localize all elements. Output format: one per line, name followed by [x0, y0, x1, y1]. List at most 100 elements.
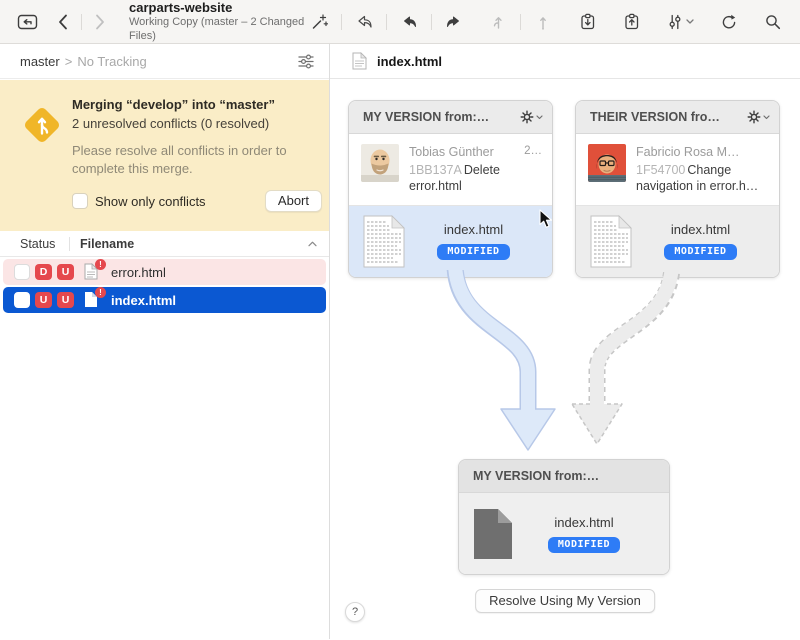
- avatar: [588, 144, 626, 182]
- document-lines-icon: [590, 214, 632, 267]
- stash-apply-icon: [624, 13, 638, 30]
- branch-status-bar: master > No Tracking: [0, 44, 329, 79]
- window-title-block: carparts-website Working Copy (master – …: [129, 0, 306, 43]
- column-header-filename[interactable]: Filename: [80, 237, 134, 251]
- gear-icon: [747, 110, 761, 124]
- merge-left-button[interactable]: [396, 9, 422, 35]
- my-version-file-tile[interactable]: index.html MODIFIED: [349, 205, 552, 277]
- their-version-commit[interactable]: Fabricio Rosa M… 1F54700 Change navigatio…: [576, 134, 779, 206]
- pull-button[interactable]: [485, 9, 511, 35]
- gear-icon: [520, 110, 534, 124]
- status-badge: U: [57, 264, 74, 280]
- file-row-index-html[interactable]: U U ! index.html: [3, 287, 326, 313]
- current-branch-label: master: [20, 53, 60, 69]
- merge-banner-description: Please resolve all conflicts in order to…: [72, 143, 287, 176]
- pull-branch-icon: [493, 16, 502, 29]
- sort-chevron-icon[interactable]: [308, 241, 317, 247]
- stage-checkbox[interactable]: [14, 264, 30, 280]
- abort-merge-button[interactable]: Abort: [264, 190, 322, 213]
- their-version-file-tile[interactable]: index.html MODIFIED: [576, 205, 779, 277]
- their-version-card: THEIR VERSION fro… Fabricio Rosa M… 1F54…: [575, 100, 780, 278]
- status-badge: U: [57, 292, 74, 308]
- sidebar-filter-button[interactable]: [297, 53, 315, 70]
- my-version-commit[interactable]: Tobias Günther 2… 1BB137A Delete error.ht…: [349, 134, 552, 206]
- column-header-status[interactable]: Status: [20, 237, 69, 251]
- show-only-conflicts-checkbox[interactable]: [72, 193, 88, 210]
- merge-banner-conflict-count: 2 unresolved conflicts (0 resolved): [72, 116, 270, 131]
- refresh-button[interactable]: [716, 9, 742, 35]
- search-icon: [766, 14, 781, 29]
- sidebar: master > No Tracking Merging “develop” i…: [0, 44, 330, 639]
- push-arrow-icon: [540, 16, 546, 30]
- push-button[interactable]: [530, 9, 556, 35]
- stash-save-button[interactable]: [574, 9, 600, 35]
- tracking-status-label: No Tracking: [77, 53, 147, 69]
- conflict-alert-icon: !: [95, 259, 106, 270]
- card-options-button[interactable]: [747, 110, 770, 124]
- document-solid-icon: [474, 508, 512, 559]
- sidebar-toggle-button[interactable]: [14, 9, 40, 35]
- file-header-title: index.html: [377, 53, 443, 69]
- resolve-using-my-version-button[interactable]: Resolve Using My Version: [475, 589, 655, 613]
- stage-checkbox[interactable]: [14, 292, 30, 308]
- chevron-down-icon: [536, 114, 543, 119]
- chevron-down-icon: [763, 114, 770, 119]
- show-only-conflicts-label: Show only conflicts: [95, 193, 206, 209]
- merge-arrow-left-icon: [404, 16, 416, 27]
- file-row-error-html[interactable]: D U ! error.html: [3, 259, 326, 285]
- toolbar-separator: [341, 13, 342, 30]
- result-version-title: MY VERSION from:…: [473, 469, 600, 483]
- my-version-card: MY VERSION from:… Tobias Günther 2… 1BB1…: [348, 100, 553, 278]
- commit-author: Fabricio Rosa M…: [636, 145, 740, 159]
- wand-button[interactable]: [306, 9, 332, 35]
- help-button[interactable]: ?: [345, 602, 365, 622]
- back-button[interactable]: [50, 9, 76, 35]
- their-version-title: THEIR VERSION fro…: [590, 110, 720, 124]
- avatar: [361, 144, 399, 182]
- my-version-card-header: MY VERSION from:…: [349, 101, 552, 134]
- tile-file-name: index.html: [554, 514, 614, 530]
- stash-save-icon: [580, 13, 594, 30]
- merge-conflict-banner: Merging “develop” into “master” 2 unreso…: [0, 80, 329, 231]
- file-icon: !: [84, 287, 106, 309]
- refresh-icon: [722, 14, 736, 28]
- search-button[interactable]: [760, 9, 786, 35]
- their-version-card-header: THEIR VERSION fro…: [576, 101, 779, 134]
- file-table-header: Status Filename: [0, 231, 329, 257]
- modified-badge: MODIFIED: [437, 244, 510, 260]
- sliders-icon: [298, 53, 314, 69]
- filter-sliders-button[interactable]: [662, 9, 698, 35]
- commit-date: 2…: [524, 145, 542, 157]
- undo-button[interactable]: [351, 9, 377, 35]
- card-options-button[interactable]: [520, 110, 543, 124]
- status-badge: D: [35, 264, 52, 280]
- merge-flow-arrows: [446, 270, 681, 451]
- merge-banner-title: Merging “develop” into “master”: [72, 97, 275, 112]
- filter-sliders-icon: [669, 14, 681, 29]
- chevron-left-icon: [59, 14, 67, 29]
- merge-arrow-right-icon: [447, 16, 459, 27]
- commit-hash: 1BB137A: [409, 162, 462, 177]
- result-file-tile[interactable]: index.html MODIFIED: [459, 493, 669, 574]
- toolbar-actions: [306, 9, 786, 35]
- file-icon: !: [84, 259, 106, 281]
- merge-right-button[interactable]: [441, 9, 467, 35]
- sidebar-toggle-icon: [17, 14, 37, 29]
- tile-file-name: index.html: [443, 222, 504, 237]
- repo-subtitle: Working Copy (master – 2 Changed Files): [129, 15, 305, 42]
- chevron-down-icon: [686, 19, 694, 24]
- toolbar-separator: [520, 13, 521, 30]
- tile-file-name: index.html: [670, 222, 731, 237]
- repo-title: carparts-website: [129, 0, 233, 15]
- my-version-title: MY VERSION from:…: [363, 110, 490, 124]
- column-divider: [69, 236, 70, 251]
- commit-author: Tobias Günther: [409, 145, 494, 159]
- forward-button[interactable]: [87, 9, 113, 35]
- commit-hash: 1F54700: [636, 162, 686, 177]
- status-badge: U: [35, 292, 52, 308]
- stash-apply-button[interactable]: [618, 9, 644, 35]
- toolbar-separator: [386, 13, 387, 30]
- merge-canvas: MY VERSION from:… Tobias Günther 2… 1BB1…: [330, 79, 800, 639]
- toolbar-separator: [431, 13, 432, 30]
- toolbar-separator: [81, 13, 82, 30]
